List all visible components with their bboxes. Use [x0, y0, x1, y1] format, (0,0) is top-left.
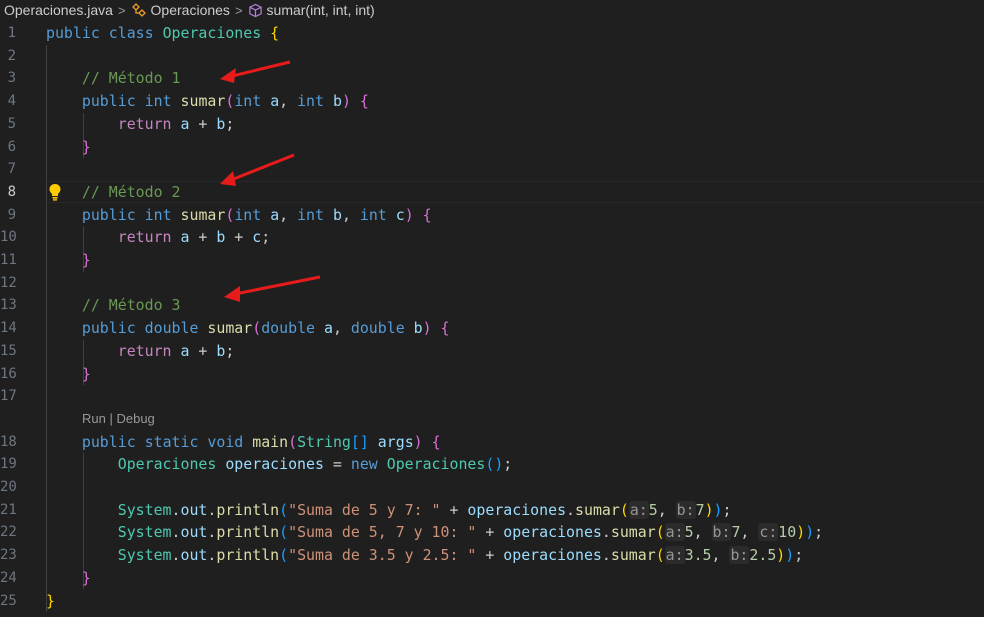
arrow-metodo-3: [224, 275, 321, 302]
annotation-arrows: [220, 60, 321, 302]
arrow-metodo-1: [220, 60, 291, 83]
arrow-metodo-2: [220, 153, 295, 186]
